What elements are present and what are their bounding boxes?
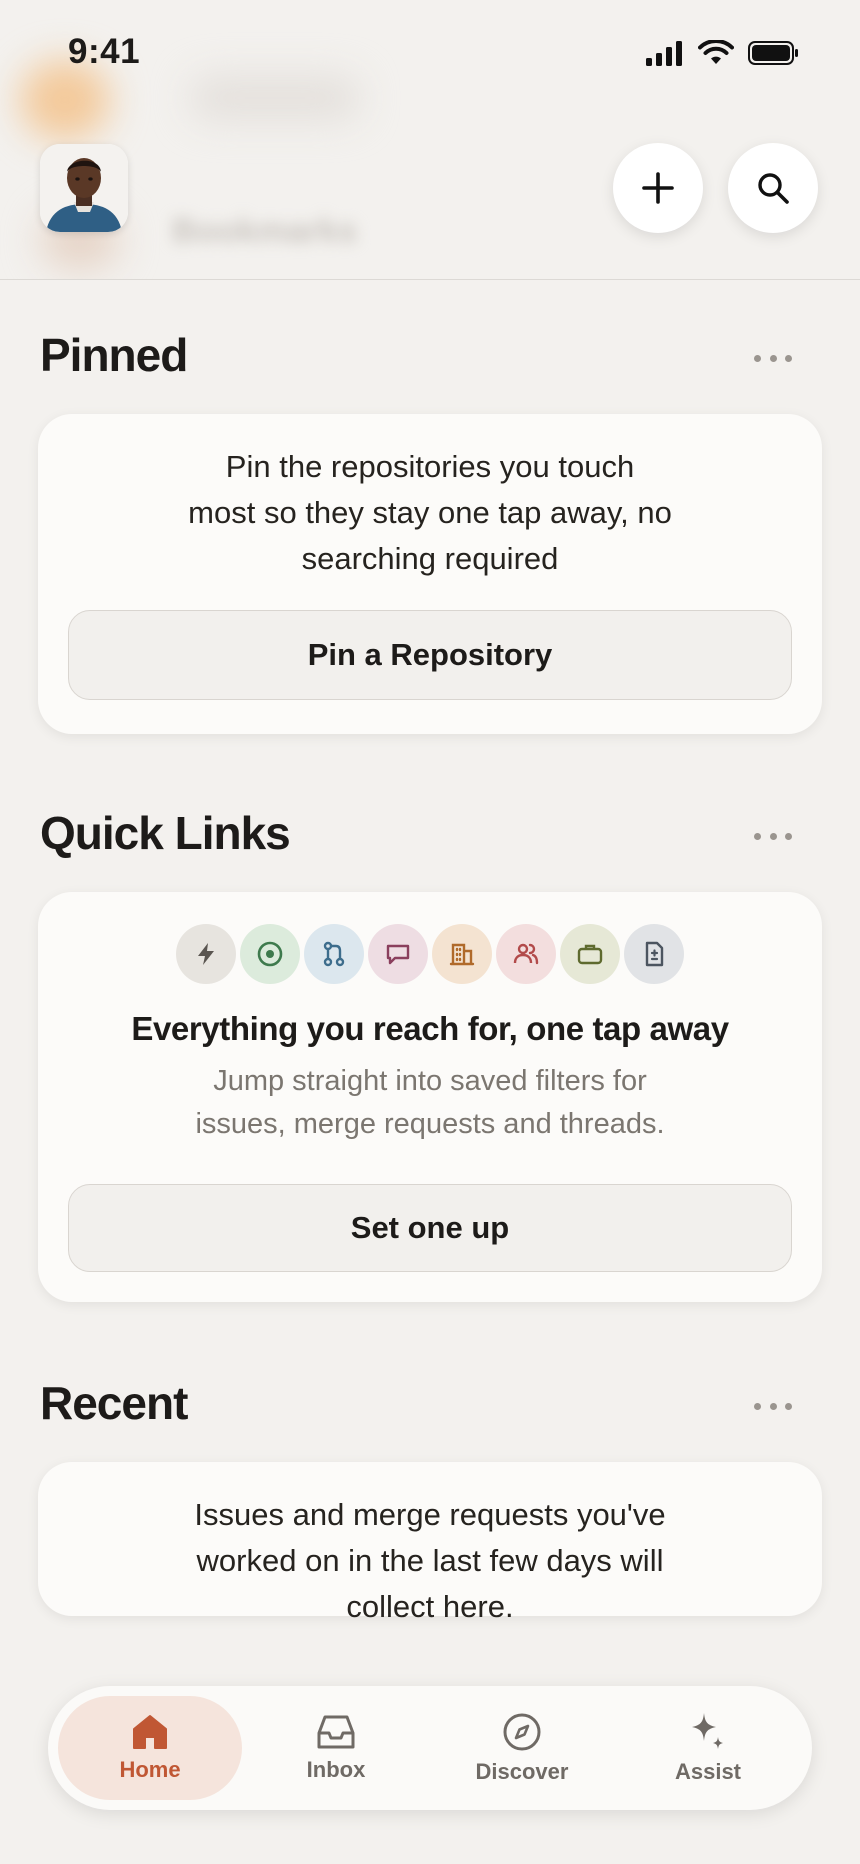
more-dot — [785, 832, 792, 840]
bolt-icon — [176, 924, 236, 984]
briefcase-icon — [560, 924, 620, 984]
tab-discover[interactable]: Discover — [430, 1696, 614, 1800]
more-dots-icon — [754, 832, 761, 840]
more-dots-icon — [754, 354, 761, 362]
inbox-icon — [317, 1715, 355, 1749]
document-icon — [624, 924, 684, 984]
home-icon — [133, 1715, 167, 1749]
battery-icon — [748, 41, 798, 65]
sparkle-icon — [692, 1713, 723, 1749]
recent-more-button[interactable] — [754, 1399, 792, 1413]
profile-avatar[interactable] — [40, 144, 128, 232]
more-dot — [785, 1402, 792, 1410]
pinned-card: Pin the repositories you touch most so t… — [38, 414, 822, 734]
merge-request-icon — [304, 924, 364, 984]
blurred-header-title: Bookmarks — [172, 212, 358, 250]
system-icons — [646, 40, 800, 66]
status-bar: 9:41 — [0, 0, 860, 110]
more-dots-icon — [754, 1402, 761, 1410]
set-one-up-button[interactable]: Set one up — [68, 1184, 792, 1272]
add-button[interactable] — [613, 143, 703, 233]
recent-title: Recent — [40, 1377, 188, 1429]
quick-links-title: Quick Links — [40, 807, 291, 859]
quick-links-more-button[interactable] — [754, 829, 792, 843]
status-time: 9:41 — [68, 32, 141, 71]
recent-card: Issues and merge requests you've worked … — [38, 1462, 822, 1624]
tab-inbox-label: Inbox — [306, 1757, 366, 1782]
more-dot — [769, 1402, 777, 1410]
quick-links-card: Everything you reach for, one tap away J… — [38, 892, 822, 1302]
signal-icon — [646, 41, 682, 66]
quick-links-icon-row — [38, 924, 822, 984]
tab-assist-label: Assist — [674, 1759, 742, 1784]
wifi-icon — [698, 40, 734, 64]
people-icon — [496, 924, 556, 984]
more-dot — [769, 832, 777, 840]
tab-discover-label: Discover — [475, 1759, 569, 1784]
bottom-tab-bar: Home Inbox Discover Assist — [48, 1686, 812, 1810]
quick-links-heading: Everything you reach for, one tap away — [131, 1010, 729, 1047]
pin-repository-button[interactable]: Pin a Repository — [68, 610, 792, 700]
more-dot — [769, 354, 777, 362]
plus-icon — [642, 172, 674, 204]
tab-inbox[interactable]: Inbox — [244, 1696, 428, 1800]
tab-home[interactable]: Home — [58, 1696, 242, 1800]
tab-home-label: Home — [119, 1757, 181, 1782]
quick-links-subtext: Jump straight into saved filters for iss… — [195, 1065, 665, 1140]
recent-description: Issues and merge requests you've worked … — [194, 1497, 666, 1624]
search-button[interactable] — [728, 143, 818, 233]
more-dot — [785, 354, 792, 362]
avatar-image — [40, 144, 128, 232]
building-icon — [432, 924, 492, 984]
target-icon — [240, 924, 300, 984]
pinned-title: Pinned — [40, 329, 188, 381]
compass-icon — [503, 1713, 541, 1751]
search-icon — [758, 173, 789, 204]
tab-assist[interactable]: Assist — [616, 1696, 800, 1800]
pinned-description: Pin the repositories you touch most so t… — [188, 449, 672, 576]
pinned-more-button[interactable] — [754, 351, 792, 365]
chat-icon — [368, 924, 428, 984]
